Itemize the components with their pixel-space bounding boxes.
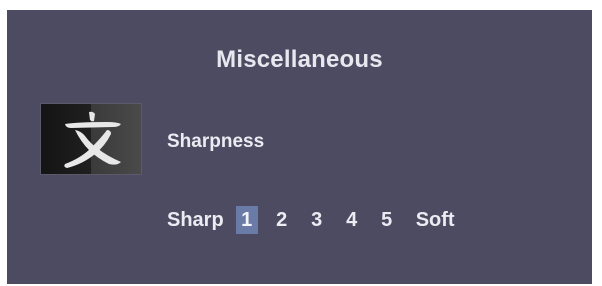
- scale-start-label: Sharp: [167, 208, 224, 231]
- sharpness-label: Sharpness: [167, 131, 265, 152]
- menu-title: Miscellaneous: [216, 46, 383, 73]
- text-character-icon: [40, 103, 142, 175]
- scale-end-label: Soft: [415, 208, 455, 231]
- sharpness-option-2[interactable]: 2: [271, 206, 293, 234]
- sharpness-option-1[interactable]: 1: [235, 206, 258, 234]
- sharpness-scale: Sharp 1 2 3 4 5 Soft: [167, 206, 455, 234]
- sharpness-option-3[interactable]: 3: [306, 206, 328, 234]
- wen-glyph-icon: [64, 111, 121, 168]
- osd-menu-panel: Miscellaneous Sharpness Sharp 1 2 3 4 5 …: [7, 10, 592, 284]
- sharpness-option-5[interactable]: 5: [376, 206, 398, 234]
- sharpness-option-4[interactable]: 4: [341, 206, 363, 234]
